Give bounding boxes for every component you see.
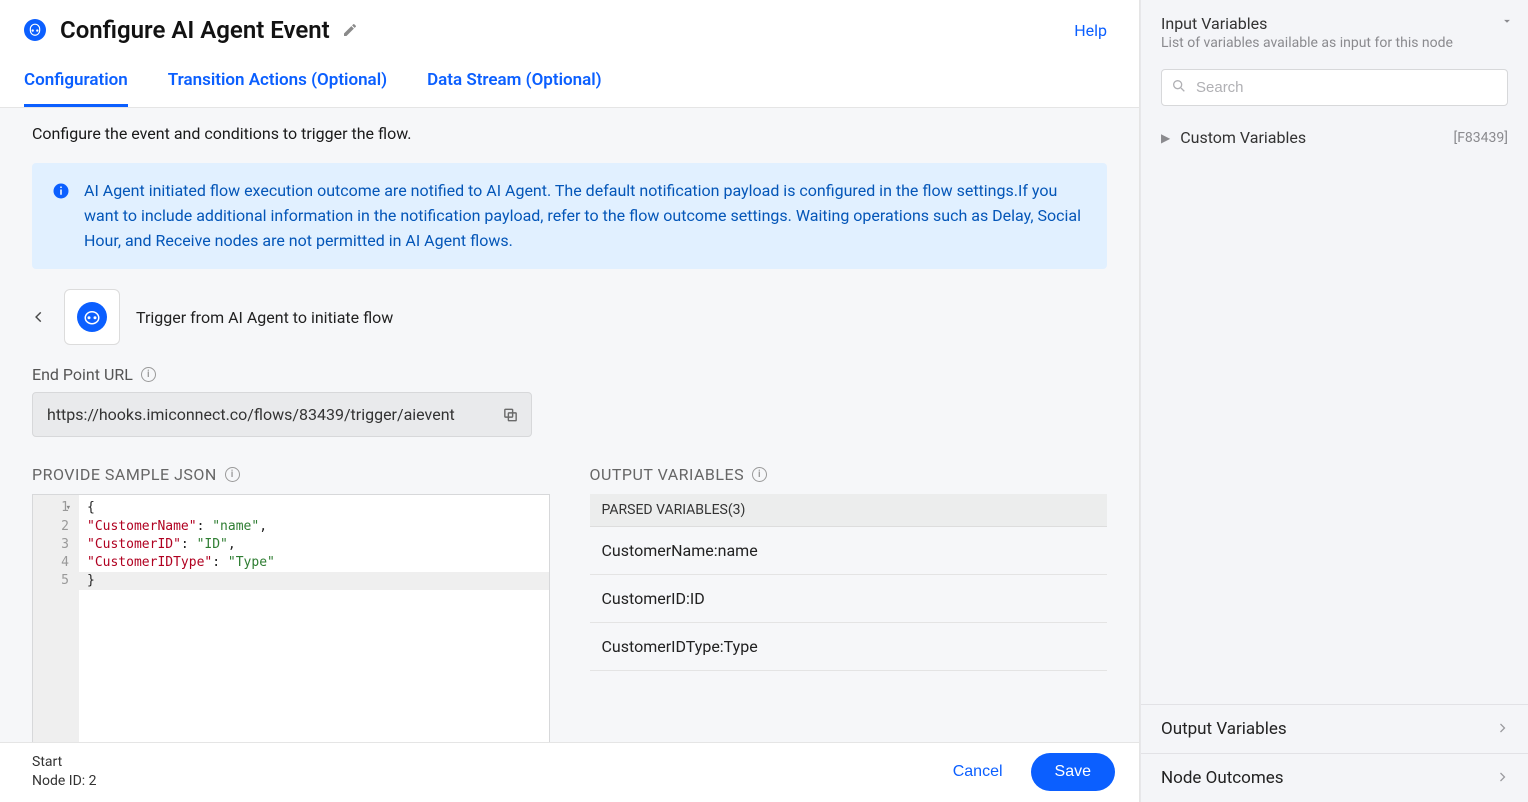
side-accordion-label: Node Outcomes bbox=[1161, 768, 1284, 788]
side-title: Input Variables bbox=[1161, 14, 1508, 33]
endpoint-url-value: https://hooks.imiconnect.co/flows/83439/… bbox=[47, 405, 455, 424]
bot-icon bbox=[77, 302, 107, 332]
output-section-title-row: OUTPUT VARIABLES i bbox=[590, 465, 1108, 484]
side-accordion-node-outcomes[interactable]: Node Outcomes bbox=[1141, 753, 1528, 802]
side-item-custom-variables[interactable]: ▶ Custom Variables [F83439] bbox=[1141, 116, 1528, 159]
code-gutter: 1▾ 2 3 4 5 bbox=[33, 495, 79, 741]
endpoint-block: End Point URL i https://hooks.imiconnect… bbox=[0, 365, 1139, 437]
footer-node-id: Node ID: 2 bbox=[32, 772, 97, 792]
save-button[interactable]: Save bbox=[1031, 753, 1115, 791]
search-input[interactable] bbox=[1161, 69, 1508, 106]
chevron-right-icon: ▶ bbox=[1161, 131, 1170, 145]
code-line-1: { bbox=[87, 500, 95, 515]
code-line-5: } bbox=[87, 573, 95, 588]
back-arrow-icon[interactable] bbox=[32, 306, 46, 328]
copy-icon[interactable] bbox=[502, 406, 519, 423]
tab-transition-actions[interactable]: Transition Actions (Optional) bbox=[168, 62, 387, 107]
footer-left: Start Node ID: 2 bbox=[32, 753, 97, 792]
endpoint-label: End Point URL bbox=[32, 365, 133, 384]
main-column: Configure AI Agent Event Help Configurat… bbox=[0, 0, 1140, 802]
code-key: "CustomerIDType" bbox=[87, 555, 212, 570]
code-editor[interactable]: 1▾ 2 3 4 5 { "CustomerName": "name", "Cu… bbox=[32, 494, 550, 741]
info-banner: AI Agent initiated flow execution outcom… bbox=[32, 163, 1107, 269]
tab-data-stream[interactable]: Data Stream (Optional) bbox=[427, 62, 602, 107]
info-icon bbox=[52, 182, 70, 200]
tab-row: Configuration Transition Actions (Option… bbox=[0, 62, 1139, 108]
footer-bar: Start Node ID: 2 Cancel Save bbox=[0, 742, 1139, 802]
collapse-caret-icon[interactable] bbox=[1500, 14, 1514, 32]
help-link[interactable]: Help bbox=[1074, 21, 1115, 40]
side-item-label: Custom Variables bbox=[1180, 128, 1306, 147]
side-subtitle: List of variables available as input for… bbox=[1161, 35, 1508, 51]
parsed-item[interactable]: CustomerName:name bbox=[590, 527, 1108, 575]
output-section-title: OUTPUT VARIABLES bbox=[590, 465, 745, 484]
intro-text: Configure the event and conditions to tr… bbox=[0, 108, 1139, 155]
code-key: "CustomerID" bbox=[87, 537, 181, 552]
parsed-header: PARSED VARIABLES(3) bbox=[590, 494, 1108, 527]
footer-actions: Cancel Save bbox=[953, 753, 1115, 791]
trigger-row: Trigger from AI Agent to initiate flow bbox=[0, 289, 1139, 345]
two-col: PROVIDE SAMPLE JSON i 1▾ 2 3 4 5 { "Cust… bbox=[0, 465, 1139, 741]
endpoint-url-box: https://hooks.imiconnect.co/flows/83439/… bbox=[32, 392, 532, 437]
code-area[interactable]: { "CustomerName": "name", "CustomerID": … bbox=[79, 495, 549, 741]
side-spacer bbox=[1141, 159, 1528, 704]
footer-start: Start bbox=[32, 753, 97, 773]
info-i-icon[interactable]: i bbox=[225, 467, 240, 482]
chevron-right-icon bbox=[1496, 719, 1508, 739]
body-scroll[interactable]: Configure the event and conditions to tr… bbox=[0, 108, 1139, 742]
side-header: Input Variables List of variables availa… bbox=[1141, 0, 1528, 61]
json-section-title: PROVIDE SAMPLE JSON bbox=[32, 465, 217, 484]
output-column: OUTPUT VARIABLES i PARSED VARIABLES(3) C… bbox=[590, 465, 1108, 741]
code-key: "CustomerName" bbox=[87, 519, 197, 534]
header-bar: Configure AI Agent Event Help bbox=[0, 0, 1139, 44]
info-i-icon[interactable]: i bbox=[752, 467, 767, 482]
json-section-title-row: PROVIDE SAMPLE JSON i bbox=[32, 465, 550, 484]
parsed-item[interactable]: CustomerIDType:Type bbox=[590, 623, 1108, 671]
search-icon bbox=[1171, 78, 1187, 98]
json-column: PROVIDE SAMPLE JSON i 1▾ 2 3 4 5 { "Cust… bbox=[32, 465, 550, 741]
info-i-icon[interactable]: i bbox=[141, 367, 156, 382]
parsed-list: CustomerName:name CustomerID:ID Customer… bbox=[590, 527, 1108, 671]
side-accordion-label: Output Variables bbox=[1161, 719, 1287, 739]
edit-title-icon[interactable] bbox=[342, 22, 358, 38]
trigger-card bbox=[64, 289, 120, 345]
cancel-button[interactable]: Cancel bbox=[953, 763, 1003, 781]
chevron-right-icon bbox=[1496, 768, 1508, 788]
side-search bbox=[1161, 69, 1508, 106]
info-banner-text: AI Agent initiated flow execution outcom… bbox=[84, 179, 1087, 253]
agent-icon bbox=[24, 19, 46, 41]
side-accordion-output-variables[interactable]: Output Variables bbox=[1141, 704, 1528, 753]
tab-configuration[interactable]: Configuration bbox=[24, 62, 128, 107]
side-item-tag: [F83439] bbox=[1453, 130, 1508, 146]
parsed-item[interactable]: CustomerID:ID bbox=[590, 575, 1108, 623]
endpoint-label-row: End Point URL i bbox=[32, 365, 1107, 384]
side-panel: Input Variables List of variables availa… bbox=[1140, 0, 1528, 802]
page-title: Configure AI Agent Event bbox=[60, 16, 330, 44]
trigger-label: Trigger from AI Agent to initiate flow bbox=[136, 308, 393, 327]
